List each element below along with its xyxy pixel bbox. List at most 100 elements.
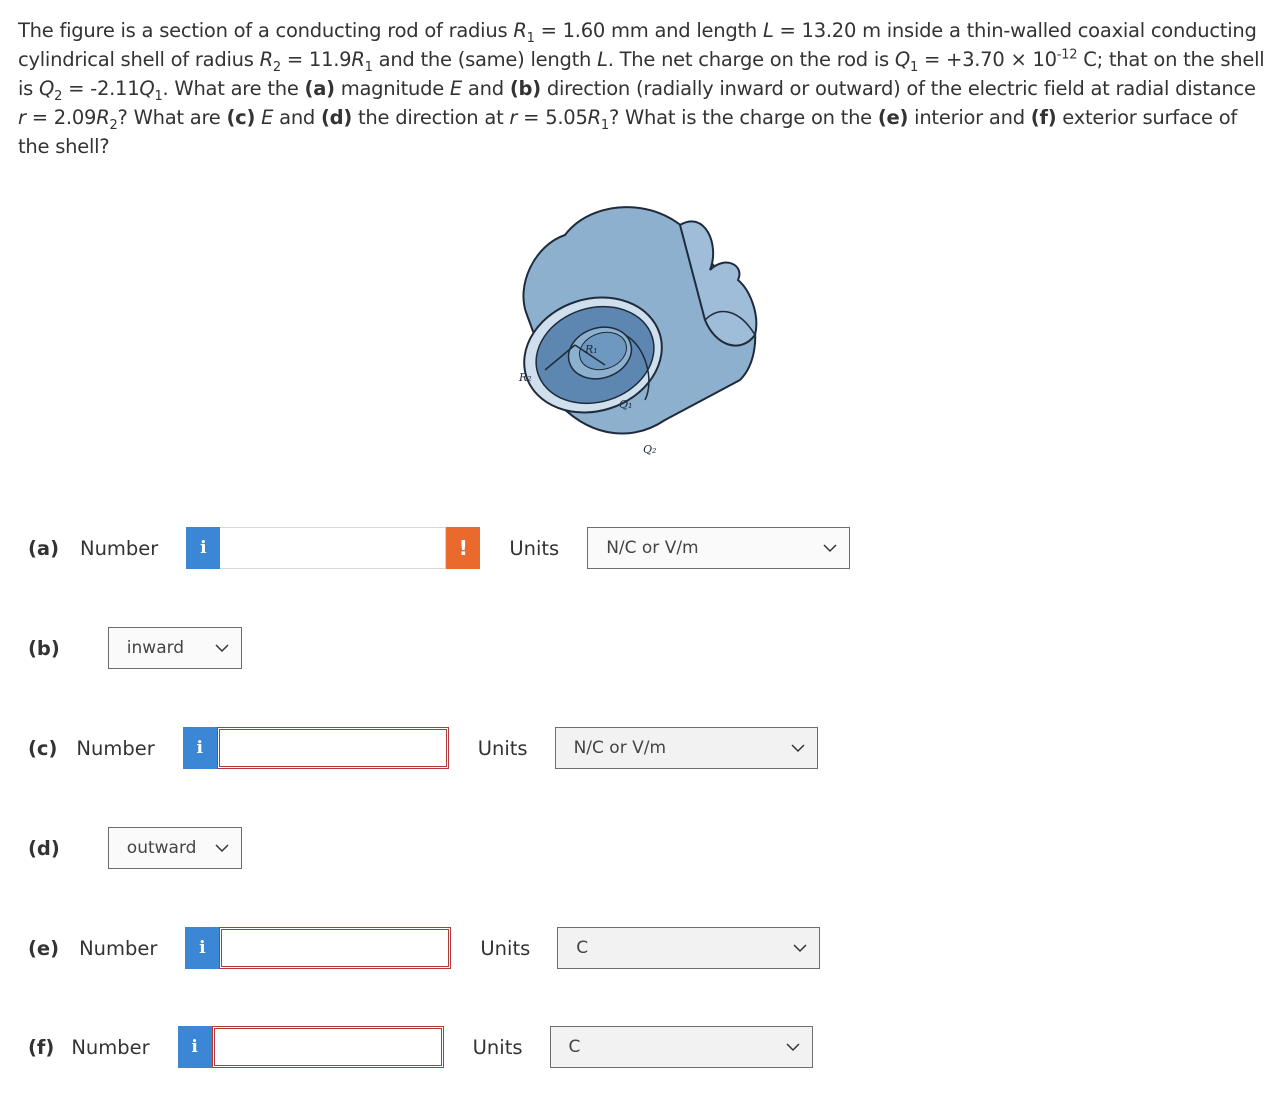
part-e-units-label: Units (480, 936, 531, 960)
part-d-letter: (d) (28, 836, 60, 860)
question-segment: (c) (226, 106, 256, 129)
part-a-row: (a) Number i ! Units N/C or V/m (28, 526, 851, 570)
question-segment: R (259, 48, 274, 71)
question-segment: E (449, 77, 462, 100)
question-segment: Q (894, 48, 910, 71)
part-e-letter: (e) (28, 936, 60, 960)
question-segment: = 2.09 (25, 106, 97, 129)
question-segment: E (261, 106, 274, 129)
question-segment: (f) (1030, 106, 1057, 129)
label-q2: Q₂ (643, 443, 656, 456)
question-segment: 1 (526, 30, 535, 46)
part-e-units-select[interactable]: C (557, 927, 821, 969)
chevron-down-icon (785, 1043, 800, 1052)
question-segment: . What are the (162, 77, 305, 100)
part-f-letter: (f) (28, 1035, 55, 1059)
part-a-number-label: Number (79, 536, 159, 560)
question-segment: interior and (908, 106, 1031, 129)
part-a-units-value: N/C or V/m (606, 538, 699, 558)
label-q1: Q₁ (619, 398, 632, 411)
question-segment: ? What is the charge on the (608, 106, 878, 129)
part-c-number-input[interactable] (216, 727, 449, 769)
label-r1: R₁ (584, 343, 598, 356)
question-segment: L (762, 19, 774, 42)
question-segment: R (587, 106, 602, 129)
question-segment: 1 (909, 59, 918, 75)
chevron-down-icon (823, 544, 837, 553)
part-d-direction-select[interactable]: outward (107, 827, 242, 869)
part-a-letter: (a) (28, 536, 59, 560)
part-f-units-select[interactable]: C (549, 1026, 813, 1068)
chevron-down-icon (793, 944, 807, 953)
question-segment: = 11.9 (280, 48, 352, 71)
part-a-number-input[interactable] (220, 527, 447, 569)
question-segment: (a) (304, 77, 335, 100)
part-e-units-value: C (576, 938, 589, 958)
question-segment: Q (139, 77, 155, 100)
coaxial-cylinder-figure: R₁ R₂ Q₁ Q₂ (505, 195, 775, 470)
part-e-number-input[interactable] (219, 927, 452, 969)
part-b-letter: (b) (28, 636, 60, 660)
question-segment: 2 (109, 117, 118, 133)
question-segment: R (351, 48, 365, 71)
part-f-row: (f) Number i Units C (28, 1025, 813, 1069)
part-b-label: (b) (28, 637, 60, 660)
question-segment: R (96, 106, 110, 129)
question-segment: R (513, 19, 527, 42)
question-segment: 2 (272, 59, 281, 75)
part-c-units-label: Units (477, 736, 528, 760)
question-segment: 1 (364, 59, 373, 75)
question-segment: the direction at (352, 106, 510, 129)
part-c-units-select[interactable]: N/C or V/m (554, 727, 818, 769)
chevron-down-icon (215, 844, 229, 853)
part-d-label: (d) (28, 837, 60, 860)
question-segment: = -2.11 (62, 77, 140, 100)
question-segment: and (461, 77, 510, 100)
part-d-row: (d) outward (28, 826, 242, 870)
question-segment: 1 (600, 117, 609, 133)
label-r2: R₂ (518, 371, 532, 384)
question-segment: (b) (509, 77, 541, 100)
part-f-units-label: Units (472, 1035, 523, 1059)
question-segment: The figure is a section of a conducting … (18, 19, 514, 42)
question-segment: direction (radially inward or outward) o… (540, 77, 1256, 100)
part-c-row: (c) Number i Units N/C or V/m (28, 726, 818, 770)
question-segment: = +3.70 × 10 (918, 48, 1057, 71)
part-e-number-label: Number (79, 936, 158, 960)
part-f-label: (f) (28, 1036, 54, 1059)
question-segment: and the (same) length (372, 48, 598, 71)
part-f-number-input[interactable] (211, 1026, 444, 1068)
part-a-alert-icon[interactable]: ! (446, 527, 481, 569)
part-b-direction-select[interactable]: inward (107, 627, 242, 669)
question-segment: . The net charge on the rod is (607, 48, 895, 71)
question-segment: = 1.60 mm and length (534, 19, 763, 42)
part-d-direction-value: outward (126, 838, 197, 858)
chevron-down-icon (791, 744, 805, 753)
question-segment: L (597, 48, 608, 71)
part-f-info-button[interactable]: i (177, 1026, 212, 1068)
part-e-label: (e) (28, 937, 59, 960)
part-f-number-label: Number (71, 1035, 150, 1059)
part-c-letter: (c) (28, 736, 58, 760)
part-e-row: (e) Number i Units C (28, 926, 821, 970)
part-f-units-value: C (568, 1037, 581, 1057)
question-text: The figure is a section of a conducting … (18, 16, 1268, 161)
question-segment: = 5.05 (517, 106, 588, 129)
question-segment: ? What are (117, 106, 227, 129)
part-c-number-label: Number (76, 736, 155, 760)
part-b-direction-value: inward (126, 638, 185, 658)
part-a-info-button[interactable]: i (186, 527, 221, 569)
part-e-info-button[interactable]: i (185, 927, 220, 969)
part-a-label: (a) (28, 537, 59, 560)
part-c-units-value: N/C or V/m (573, 738, 667, 758)
part-c-label: (c) (28, 737, 57, 760)
question-segment: 1 (154, 88, 163, 104)
part-c-info-button[interactable]: i (182, 727, 217, 769)
part-a-units-select[interactable]: N/C or V/m (587, 527, 851, 569)
question-segment: Q (39, 77, 55, 100)
question-segment: (e) (877, 106, 909, 129)
question-segment: 2 (54, 88, 63, 104)
question-segment: -12 (1056, 47, 1078, 63)
question-segment: and (273, 106, 322, 129)
question-segment: (d) (321, 106, 353, 129)
